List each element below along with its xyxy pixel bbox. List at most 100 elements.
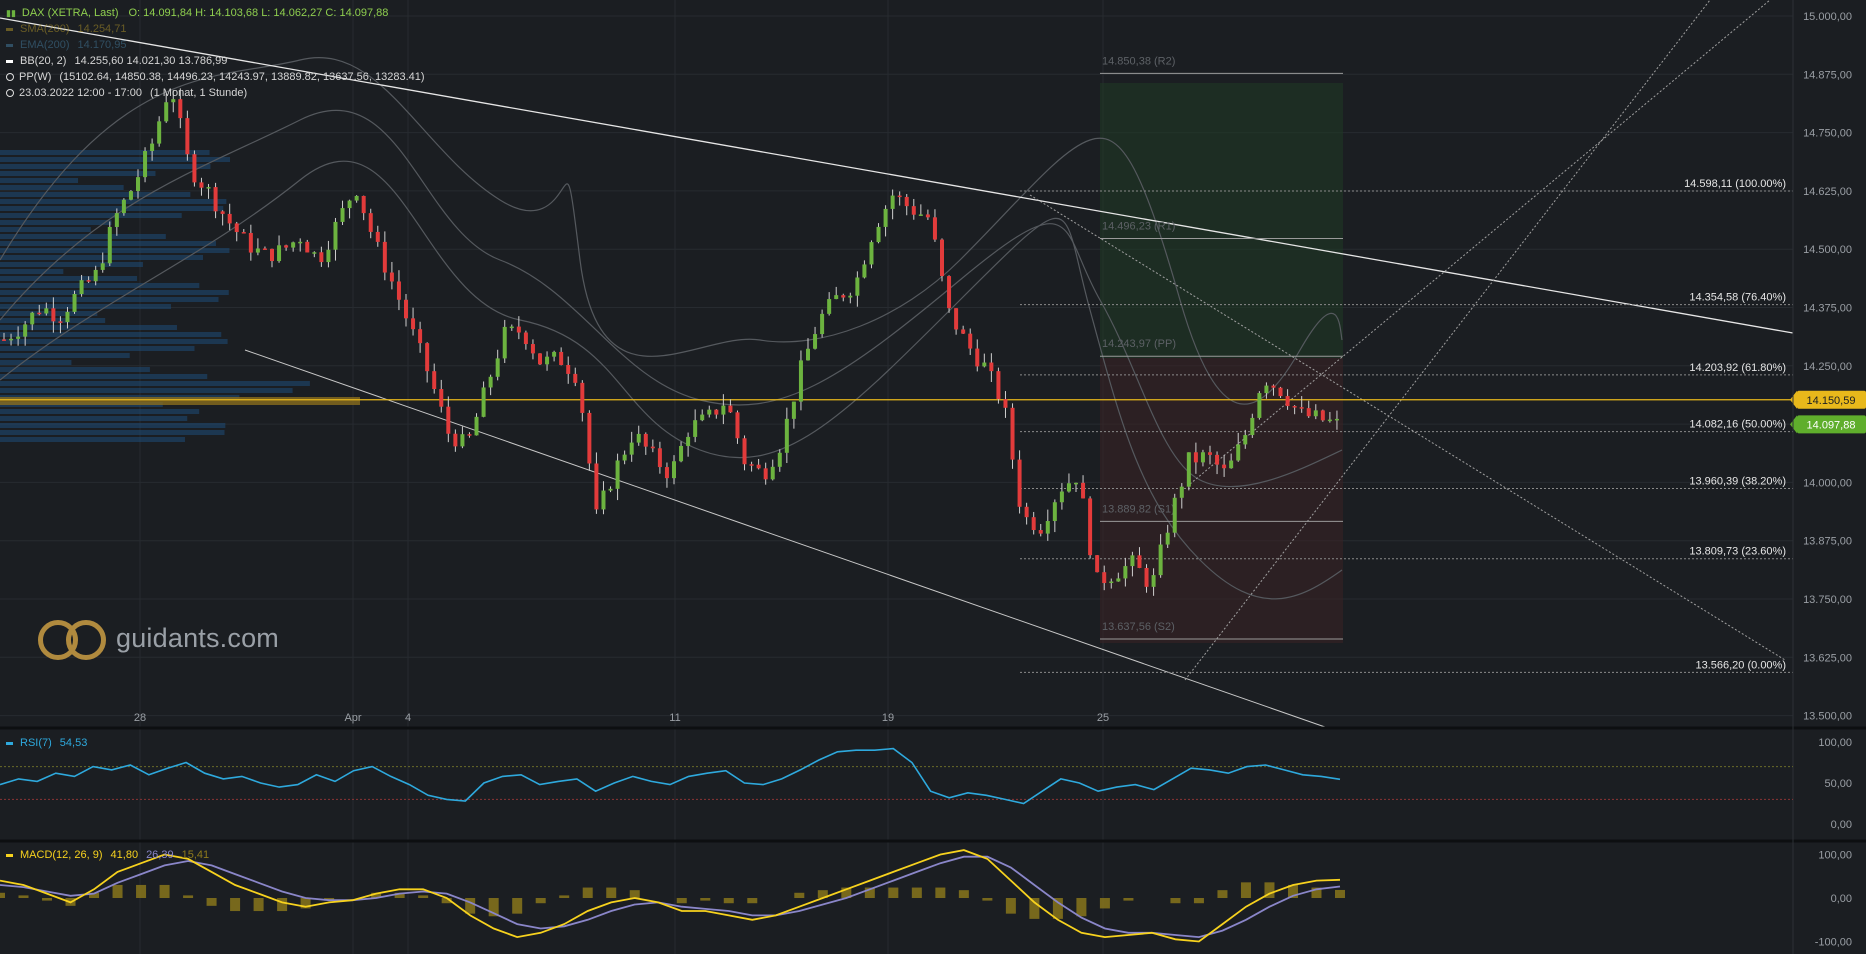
candle-body (1208, 452, 1212, 455)
legend-bb-row[interactable]: BB(20, 2) 14.255,60 14.021,30 13.786,99 (6, 53, 425, 69)
sma-value: 14.254,71 (77, 23, 127, 35)
candle-body (601, 490, 606, 510)
candle-body (446, 406, 451, 434)
pivot-label: 13.889,82 (S1) (1102, 503, 1175, 515)
candle-body (1334, 418, 1339, 421)
candle-body (16, 336, 21, 339)
candle-body (474, 416, 479, 436)
candle-body (573, 373, 578, 383)
candle-body (530, 344, 535, 354)
candle-body (791, 401, 796, 419)
macd-hist-bar (1170, 898, 1181, 904)
candle-body (749, 464, 754, 466)
candle-body (1130, 555, 1135, 567)
price-tick-label: 14.625,00 (1803, 186, 1852, 198)
candle-body (559, 351, 564, 366)
candle-body (756, 464, 761, 469)
candle-body (361, 195, 366, 214)
candle-body (382, 241, 387, 273)
candle-body (1236, 444, 1241, 461)
candle-body (9, 338, 14, 341)
macd-hist-bar (535, 898, 546, 904)
ema-value: 14.170,95 (77, 39, 127, 51)
candle-body (679, 445, 684, 462)
volume-profile-bar (0, 346, 195, 351)
rsi-legend[interactable]: RSI(7) 54,53 (6, 737, 87, 749)
candle-body (975, 348, 980, 367)
x-axis-label: 4 (405, 712, 411, 724)
candle-body (326, 249, 331, 263)
macd-hist-bar (418, 895, 429, 898)
candle-body (615, 460, 620, 489)
candle-body (1229, 460, 1234, 469)
candle-body (192, 154, 197, 183)
macd-hist-value: 15,41 (181, 849, 210, 861)
macd-hist-bar (1217, 890, 1228, 898)
candle-body (1172, 497, 1177, 533)
candle-body (1010, 407, 1015, 460)
chart-background (0, 0, 1866, 954)
pivot-label: 14.496,23 (R1) (1102, 221, 1175, 233)
candle-body (502, 326, 507, 359)
candle-body (827, 299, 832, 314)
candle-body (58, 321, 63, 323)
bars-icon: ▮▮ (6, 8, 16, 18)
candle-body (622, 454, 627, 461)
volume-profile-bar (0, 255, 204, 260)
guidants-logo-icon (38, 618, 106, 660)
macd-legend[interactable]: MACD(12, 26, 9) 41,80 26,39 15,41 (6, 849, 209, 861)
candle-body (305, 241, 310, 253)
price-tick-label: 14.500,00 (1803, 244, 1852, 256)
candle-body (989, 362, 994, 372)
candle-body (1200, 452, 1205, 463)
candle-body (319, 252, 324, 263)
candle-body (1045, 521, 1050, 534)
candle-body (1017, 459, 1022, 507)
candle-body (284, 245, 289, 248)
candle-body (368, 213, 373, 232)
candle-body (777, 452, 782, 467)
legend-ema-row[interactable]: EMA(200) 14.170,95 (6, 37, 425, 53)
macd-hist-bar (794, 892, 805, 898)
macd-hist-bar (958, 890, 969, 898)
volume-profile-bar (0, 199, 227, 204)
price-tick-label: 13.750,00 (1803, 594, 1852, 606)
x-axis-label: 28 (134, 712, 146, 724)
candle-body (693, 420, 698, 437)
candle-body (911, 206, 916, 215)
candle-body (107, 226, 112, 264)
legend-sma-row[interactable]: SMA(200) 14.254,71 (6, 21, 425, 37)
legend-symbol-row: ▮▮ DAX (XETRA, Last) O: 14.091,84 H: 14.… (6, 5, 425, 21)
candle-body (1306, 408, 1311, 417)
target-icon (6, 73, 14, 81)
candle-body (509, 326, 514, 329)
volume-profile-bar (0, 262, 143, 267)
candle-body (516, 326, 521, 333)
candle-body (721, 405, 726, 415)
volume-profile-bar (0, 437, 185, 442)
macd-hist-bar (1099, 898, 1110, 909)
volume-profile-bar (0, 227, 91, 232)
volume-profile-bar (0, 171, 156, 176)
macd-hist-bar (582, 887, 593, 898)
candle-body (1059, 491, 1064, 503)
candle-body (1278, 387, 1283, 397)
candle-body (248, 232, 253, 253)
macd-hist-bar (629, 890, 640, 898)
candle-body (1144, 567, 1149, 587)
macd-hist-bar (676, 898, 687, 904)
volume-profile-bar (0, 367, 150, 372)
candle-body (552, 351, 557, 357)
macd-hist-bar (700, 898, 711, 901)
candle-body (65, 311, 70, 323)
period-label: (1 Monat, 1 Stunde) (149, 87, 248, 99)
candle-body (37, 312, 42, 315)
candle-body (890, 195, 895, 209)
legend-pp-row[interactable]: PP(W) (15102.64, 14850.38, 14496.23, 142… (6, 69, 425, 85)
macd-hist-bar (277, 898, 288, 912)
bb-label: BB(20, 2) (20, 55, 67, 67)
x-axis-label: Apr (344, 712, 361, 724)
pivot-label: 14.243,97 (PP) (1102, 338, 1176, 350)
chart-canvas[interactable]: 15.000,00 14.875,00 14.750,00 14.625,00 14.5… (0, 0, 1866, 954)
candle-body (566, 365, 571, 374)
